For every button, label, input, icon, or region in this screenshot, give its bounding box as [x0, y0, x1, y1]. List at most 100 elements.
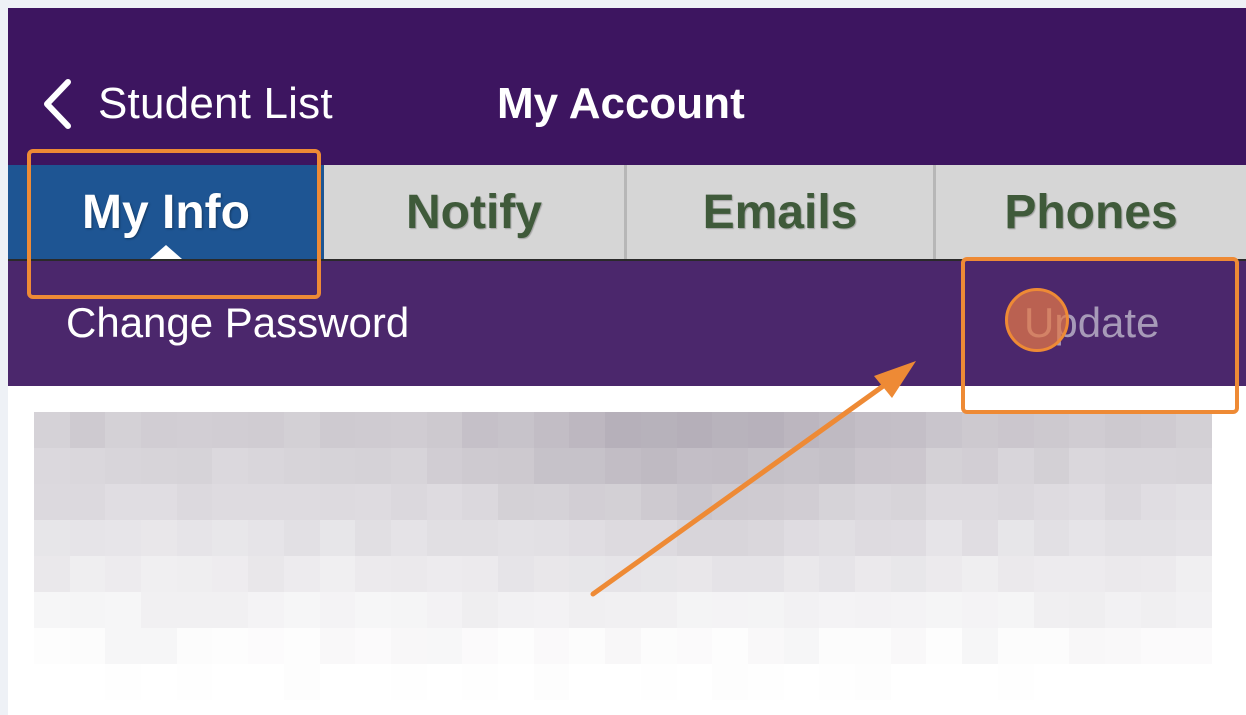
pixel-block: [69, 448, 106, 484]
pixel-block: [1033, 412, 1070, 448]
pixel-block: [712, 628, 748, 664]
update-button[interactable]: Update: [1024, 299, 1159, 347]
pixel-block: [498, 484, 534, 520]
pixel-block: [355, 484, 391, 520]
pixel-block: [819, 592, 856, 628]
pixel-block: [1069, 484, 1105, 520]
pixel-block: [1033, 628, 1070, 664]
pixel-block: [997, 664, 1034, 700]
pixel-block: [426, 484, 463, 520]
tab-emails[interactable]: Emails: [627, 165, 936, 259]
pixel-block: [355, 592, 391, 628]
tab-notify[interactable]: Notify: [324, 165, 627, 259]
pixel-block: [747, 700, 784, 715]
pixel-block: [569, 556, 606, 592]
pixel-block: [176, 556, 213, 592]
pixel-block: [855, 484, 891, 520]
pixel-block: [855, 628, 891, 664]
pixel-block: [747, 520, 784, 556]
change-password-button[interactable]: Change Password: [66, 299, 409, 347]
pixel-block: [1140, 628, 1177, 664]
pixel-block: [962, 700, 998, 715]
pixel-block: [1033, 556, 1070, 592]
pixel-block: [1033, 664, 1070, 700]
tab-phones-label: Phones: [1004, 185, 1178, 239]
pixel-block: [640, 628, 677, 664]
pixel-block: [105, 520, 142, 556]
pixel-block: [390, 556, 427, 592]
pixel-block: [498, 628, 534, 664]
pixel-block: [69, 664, 106, 700]
pixel-block: [1104, 664, 1141, 700]
pixel-block: [319, 484, 356, 520]
pixel-block: [605, 412, 641, 448]
pixel-block: [747, 484, 784, 520]
pixel-block: [533, 700, 570, 715]
pixel-block: [676, 664, 713, 700]
pixel-block: [1033, 484, 1070, 520]
pixel-block: [819, 412, 856, 448]
tab-my-info[interactable]: My Info: [8, 165, 324, 259]
pixel-block: [462, 556, 499, 592]
pixel-block: [176, 448, 213, 484]
pixel-block: [248, 412, 284, 448]
pixel-block: [890, 700, 927, 715]
pixel-block: [926, 448, 963, 484]
pixel-block: [355, 556, 391, 592]
pixel-block: [819, 520, 856, 556]
pixel-block: [819, 664, 856, 700]
pixel-block: [498, 592, 534, 628]
tab-phones[interactable]: Phones: [936, 165, 1246, 259]
pixel-block: [248, 520, 284, 556]
pixel-block: [1104, 700, 1141, 715]
pixel-block: [926, 664, 963, 700]
pixel-block: [1140, 412, 1177, 448]
pixel-block: [390, 700, 427, 715]
pixel-block: [605, 628, 641, 664]
pixel-block: [569, 412, 606, 448]
pixel-block: [1176, 520, 1212, 556]
pixel-block: [34, 556, 70, 592]
pixel-block: [426, 592, 463, 628]
pixel-block: [212, 484, 249, 520]
pixel-block: [34, 628, 70, 664]
pixel-block: [1069, 556, 1105, 592]
pixel-block: [640, 448, 677, 484]
pixel-block: [176, 484, 213, 520]
pixel-block: [283, 700, 320, 715]
obscured-content: [34, 412, 1212, 715]
pixel-block: [997, 484, 1034, 520]
pixel-block: [283, 592, 320, 628]
pixel-block: [997, 592, 1034, 628]
pixel-block: [283, 556, 320, 592]
pixel-block: [676, 592, 713, 628]
pixel-block: [1176, 448, 1212, 484]
pixel-block: [426, 520, 463, 556]
pixel-block: [426, 448, 463, 484]
pixel-block: [1069, 412, 1105, 448]
pixel-block: [533, 412, 570, 448]
back-button-label: Student List: [98, 79, 333, 128]
pixel-block: [105, 664, 142, 700]
back-button[interactable]: Student List: [42, 78, 333, 130]
pixel-block: [1069, 700, 1105, 715]
pixel-block: [390, 628, 427, 664]
pixel-block: [105, 592, 142, 628]
pixel-block: [962, 628, 998, 664]
pixel-block: [212, 556, 249, 592]
pixel-block: [712, 700, 748, 715]
pixel-block: [890, 412, 927, 448]
pixel-block: [747, 556, 784, 592]
pixel-block: [569, 664, 606, 700]
pixel-block: [319, 448, 356, 484]
pixel-block: [212, 448, 249, 484]
pixel-block: [498, 556, 534, 592]
pixel-block: [426, 664, 463, 700]
pixel-block: [605, 520, 641, 556]
pixel-block: [712, 556, 748, 592]
pixel-block: [390, 448, 427, 484]
pixel-block: [676, 448, 713, 484]
pixel-block: [533, 448, 570, 484]
pixel-block: [1176, 556, 1212, 592]
pixel-block: [819, 484, 856, 520]
